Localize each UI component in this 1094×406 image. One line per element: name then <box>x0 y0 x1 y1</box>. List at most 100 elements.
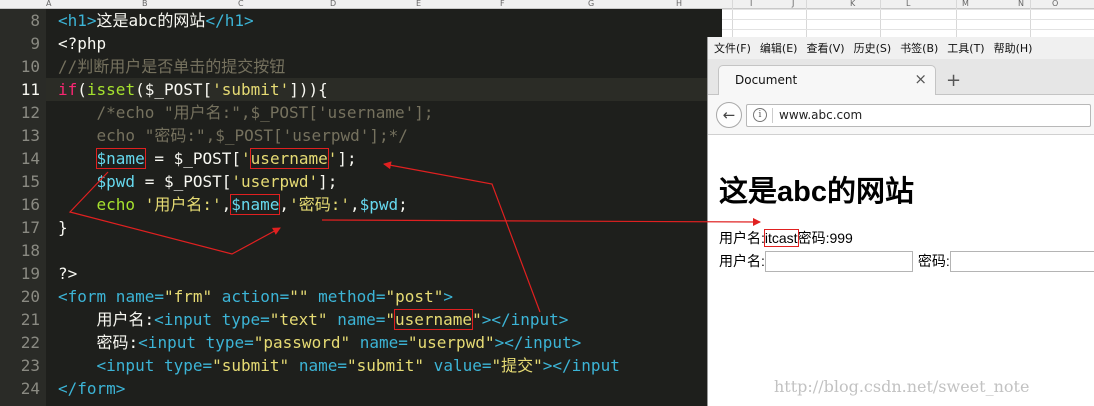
code-line[interactable]: /*echo "用户名:",$_POST['username']; <box>58 101 434 124</box>
tab-strip: Document × + <box>708 59 1094 96</box>
code-line[interactable]: </form> <box>58 377 125 400</box>
code-line[interactable]: 密码:<input type="password" name="userpwd"… <box>58 331 582 354</box>
code-token: /*echo "用户名:",$_POST['username']; <box>58 103 434 122</box>
code-line[interactable]: <input type="submit" name="submit" value… <box>58 354 620 377</box>
code-token: "password" <box>253 333 351 352</box>
output-password-value: 999 <box>829 230 853 246</box>
highlighted-token: $name <box>230 194 281 215</box>
code-token: = $_POST[ <box>135 172 232 191</box>
code-token: ' <box>327 149 338 168</box>
code-token: "userpwd" <box>407 333 495 352</box>
code-token: <input <box>154 310 212 329</box>
code-line[interactable]: <h1>这是abc的网站</h1> <box>58 9 254 32</box>
new-tab-button[interactable]: + <box>946 70 961 91</box>
code-token: 用户名: <box>58 310 155 329</box>
tab-document[interactable]: Document × <box>718 65 936 96</box>
code-editor[interactable]: 8 9 10 11 12 13 14 15 16 17 18 19 20 21 22 23 24 <h1>这是a… <box>0 9 722 406</box>
line-number: 14 <box>20 149 40 168</box>
navigation-bar: ← i www.abc.com <box>708 95 1094 135</box>
column-header-f[interactable]: F <box>500 0 505 8</box>
code-line[interactable]: //判断用户是否单击的提交按钮 <box>58 55 285 78</box>
code-token: } <box>58 218 68 237</box>
address-separator <box>772 108 773 123</box>
username-label: 用户名: <box>719 253 765 269</box>
line-number: 22 <box>20 333 40 352</box>
column-header-h[interactable]: H <box>676 0 682 8</box>
column-header-a[interactable]: A <box>46 0 51 8</box>
code-token: ]; <box>337 149 357 168</box>
address-bar[interactable]: i www.abc.com <box>746 104 1091 127</box>
code-token: <input <box>138 333 196 352</box>
back-arrow-icon[interactable]: ← <box>716 102 742 128</box>
code-token: 'submit' <box>212 80 290 99</box>
code-line[interactable]: 用户名:<input type="text" name="username"><… <box>58 308 568 331</box>
column-header-l[interactable]: L <box>906 0 910 8</box>
column-header-k[interactable]: K <box>850 0 855 8</box>
menu-item-6[interactable]: 帮助(H) <box>994 40 1033 56</box>
code-token: , <box>349 195 360 214</box>
column-header-m[interactable]: M <box>962 0 969 8</box>
code-token: " <box>385 310 395 329</box>
line-number: 8 <box>30 11 40 30</box>
code-line[interactable]: $name = $_POST['username']; <box>58 147 357 170</box>
menu-item-3[interactable]: 历史(S) <box>854 40 892 56</box>
code-line[interactable]: echo '用户名:',$name,'密码:',$pwd; <box>58 193 408 216</box>
code-token: ]; <box>318 172 338 191</box>
code-token: </h1> <box>205 11 254 30</box>
password-input[interactable] <box>949 250 1094 272</box>
close-icon[interactable]: × <box>914 70 927 88</box>
column-header-g[interactable]: G <box>588 0 594 8</box>
code-token: > <box>443 287 453 306</box>
code-token: 密码: <box>58 333 139 352</box>
code-token: <h1> <box>58 11 97 30</box>
code-line[interactable]: if(isset($_POST['submit'])){ <box>58 78 328 101</box>
code-line[interactable]: <?php <box>58 32 106 55</box>
column-header-d[interactable]: D <box>330 0 336 8</box>
code-line[interactable]: $pwd = $_POST['userpwd']; <box>58 170 338 193</box>
column-header-n[interactable]: N <box>1018 0 1024 8</box>
echo-output: 用户名:itcast密码:999 <box>719 228 853 248</box>
menu-item-0[interactable]: 文件(F) <box>714 40 751 56</box>
browser-window: 文件(F) 编辑(E) 查看(V) 历史(S) 书签(B) 工具(T) 帮助(H) Docu… <box>707 37 1094 406</box>
watermark: http://blog.csdn.net/sweet_note <box>774 377 1030 396</box>
code-token: isset <box>86 80 136 99</box>
code-token: name= <box>106 287 164 306</box>
menu-item-1[interactable]: 编辑(E) <box>760 40 798 56</box>
code-token: <?php <box>58 34 107 53</box>
code-line[interactable]: <form name="frm" action="" method="post"… <box>58 285 453 308</box>
column-header-c[interactable]: C <box>238 0 244 8</box>
line-number: 12 <box>20 103 40 122</box>
code-token: , <box>221 195 232 214</box>
code-token: $pwd <box>96 172 136 191</box>
line-number: 23 <box>20 356 40 375</box>
code-token: ])){ <box>289 80 328 99</box>
code-token: "submit" <box>212 356 290 375</box>
info-icon[interactable]: i <box>753 108 767 122</box>
code-token: ></input> <box>494 333 582 352</box>
url-text[interactable]: www.abc.com <box>779 108 862 122</box>
menu-item-5[interactable]: 工具(T) <box>947 40 984 56</box>
code-token: name= <box>327 310 386 329</box>
column-header-i[interactable]: I <box>750 0 752 8</box>
column-header-b[interactable]: B <box>142 0 148 8</box>
code-line[interactable]: echo "密码:",$_POST['userpwd'];*/ <box>58 124 408 147</box>
code-token: "提交" <box>491 356 543 375</box>
code-token: ; <box>398 195 408 214</box>
column-header-j[interactable]: J <box>792 0 794 8</box>
menu-item-4[interactable]: 书签(B) <box>900 40 938 56</box>
code-line[interactable]: } <box>58 216 68 239</box>
highlighted-token: username <box>249 148 329 169</box>
code-token: ></input> <box>481 310 569 329</box>
username-input[interactable] <box>764 250 913 272</box>
code-token: '密码:' <box>289 195 350 214</box>
code-token: "frm" <box>163 287 213 306</box>
column-header-o[interactable]: O <box>1052 0 1058 8</box>
code-line[interactable]: ?> <box>58 262 77 285</box>
code-token: value= <box>424 356 492 375</box>
code-token: type= <box>195 333 254 352</box>
menu-item-2[interactable]: 查看(V) <box>806 40 844 56</box>
column-header-e[interactable]: E <box>416 0 421 8</box>
